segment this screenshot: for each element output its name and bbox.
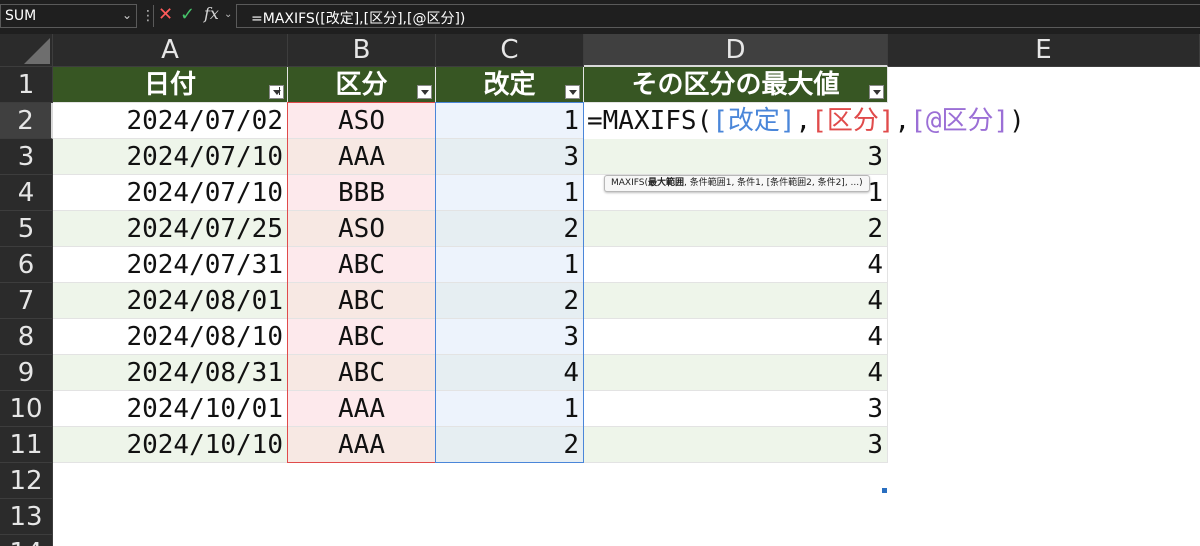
row-header[interactable]: 3 [0, 139, 53, 175]
row-header[interactable]: 4 [0, 175, 53, 211]
filter-icon[interactable] [417, 85, 432, 99]
header-label: 改定 [483, 70, 536, 100]
formula-input[interactable]: =MAXIFS([改定],[区分],[@区分]) [236, 4, 1200, 28]
cell-revision[interactable]: 2 [436, 211, 584, 247]
chevron-down-icon[interactable]: ⌄ [122, 8, 132, 22]
filter-sort-icon[interactable] [269, 85, 284, 99]
formula-text: =MAXIFS([改定],[区分],[@区分]) [251, 11, 466, 27]
function-tooltip[interactable]: MAXIFS(最大範囲, 条件範囲1, 条件1, [条件範囲2, 条件2], .… [604, 175, 870, 192]
table-resize-handle[interactable] [882, 488, 887, 493]
cancel-icon[interactable]: ✕ [158, 4, 173, 25]
header-label: 日付 [143, 70, 196, 100]
row-header[interactable]: 11 [0, 427, 53, 463]
filter-icon[interactable] [869, 85, 884, 99]
formula-separator: , [894, 106, 911, 136]
chevron-down-icon[interactable]: ⌄ [224, 9, 232, 20]
cell-revision[interactable]: 3 [436, 139, 584, 175]
cell-date[interactable]: 2024/10/01 [53, 391, 288, 427]
cell-max[interactable]: 4 [584, 247, 888, 283]
formula-function: =MAXIFS( [587, 106, 713, 136]
row-header[interactable]: 6 [0, 247, 53, 283]
name-box-value: SUM [5, 8, 37, 24]
cell-revision[interactable]: 3 [436, 319, 584, 355]
cell-revision[interactable]: 1 [436, 103, 584, 139]
cell-date[interactable]: 2024/08/31 [53, 355, 288, 391]
cell-revision[interactable]: 1 [436, 391, 584, 427]
header-label: 区分 [335, 70, 388, 100]
cell-revision[interactable]: 4 [436, 355, 584, 391]
cell-date[interactable]: 2024/08/10 [53, 319, 288, 355]
cell-max[interactable]: 3 [584, 391, 888, 427]
cell-max[interactable]: 4 [584, 319, 888, 355]
cell-date[interactable]: 2024/07/25 [53, 211, 288, 247]
formula-arg-current-category: [@区分] [910, 106, 1010, 136]
cell-category[interactable]: AAA [288, 427, 436, 463]
cell-date[interactable]: 2024/07/31 [53, 247, 288, 283]
column-header-e[interactable]: E [888, 34, 1200, 67]
column-header-a[interactable]: A [53, 34, 288, 67]
active-cell-editor[interactable]: =MAXIFS([改定],[区分],[@区分]) [584, 103, 1104, 139]
name-box[interactable]: SUM ⌄ [0, 4, 137, 28]
cell-revision[interactable]: 2 [436, 283, 584, 319]
select-all-button[interactable] [0, 34, 53, 67]
cell-category[interactable]: AAA [288, 139, 436, 175]
cell-category[interactable]: ASO [288, 211, 436, 247]
column-header-c[interactable]: C [436, 34, 584, 67]
table-header-revision[interactable]: 改定 [436, 67, 584, 103]
tooltip-function: MAXIFS( [611, 178, 648, 188]
row-header[interactable]: 2 [0, 103, 53, 139]
row-header[interactable]: 5 [0, 211, 53, 247]
tooltip-args: , 条件範囲1, 条件1, [条件範囲2, 条件2], ...) [684, 178, 863, 188]
cell-date[interactable]: 2024/10/10 [53, 427, 288, 463]
cell-revision[interactable]: 1 [436, 247, 584, 283]
tooltip-current-arg: 最大範囲 [647, 178, 684, 188]
cell-date[interactable]: 2024/08/01 [53, 283, 288, 319]
row-header[interactable]: 14 [0, 535, 53, 546]
cell-category[interactable]: ABC [288, 283, 436, 319]
table-header-date[interactable]: 日付 [53, 67, 288, 103]
cell-area[interactable]: 日付 区分 改定 その区分の最大値 2024/07/02 ASO 1 2024/07/… [53, 67, 1200, 546]
spreadsheet-grid: A B C D E 1 2 3 4 5 6 7 8 9 10 11 12 13 … [0, 34, 1200, 546]
row-header[interactable]: 8 [0, 319, 53, 355]
formula-bar-area: SUM ⌄ ⋮ ✕ ✓ fx ⌄ =MAXIFS([改定],[区分],[@区分]… [0, 0, 1200, 34]
cell-category[interactable]: ABC [288, 319, 436, 355]
row-header[interactable]: 13 [0, 499, 53, 535]
row-header[interactable]: 10 [0, 391, 53, 427]
column-header-b[interactable]: B [288, 34, 436, 67]
row-header[interactable]: 1 [0, 67, 53, 103]
cell-date[interactable]: 2024/07/10 [53, 139, 288, 175]
cell-revision[interactable]: 1 [436, 175, 584, 211]
cell-date[interactable]: 2024/07/02 [53, 103, 288, 139]
row-header[interactable]: 12 [0, 463, 53, 499]
filter-icon[interactable] [565, 85, 580, 99]
row-header[interactable]: 9 [0, 355, 53, 391]
formula-separator: , [795, 106, 812, 136]
formula-close: ) [1009, 106, 1025, 136]
column-header-d[interactable]: D [584, 34, 888, 67]
cell-category[interactable]: ASO [288, 103, 436, 139]
table-header-category[interactable]: 区分 [288, 67, 436, 103]
cell-category[interactable]: AAA [288, 391, 436, 427]
cell-max[interactable]: 3 [584, 139, 888, 175]
cell-revision[interactable]: 2 [436, 427, 584, 463]
check-icon[interactable]: ✓ [180, 4, 195, 25]
cell-max[interactable]: 4 [584, 355, 888, 391]
cell-max[interactable]: 4 [584, 283, 888, 319]
insert-function-icon[interactable]: fx [204, 4, 219, 23]
table-header-max[interactable]: その区分の最大値 [584, 67, 888, 103]
header-label: その区分の最大値 [631, 70, 840, 100]
cell-max[interactable]: 2 [584, 211, 888, 247]
cell-category[interactable]: ABC [288, 247, 436, 283]
row-header[interactable]: 7 [0, 283, 53, 319]
cell-date[interactable]: 2024/07/10 [53, 175, 288, 211]
cell-max[interactable]: 3 [584, 427, 888, 463]
formula-arg-revision: [改定] [712, 106, 796, 136]
formula-arg-category: [区分] [811, 106, 895, 136]
cell-category[interactable]: ABC [288, 355, 436, 391]
cell-category[interactable]: BBB [288, 175, 436, 211]
